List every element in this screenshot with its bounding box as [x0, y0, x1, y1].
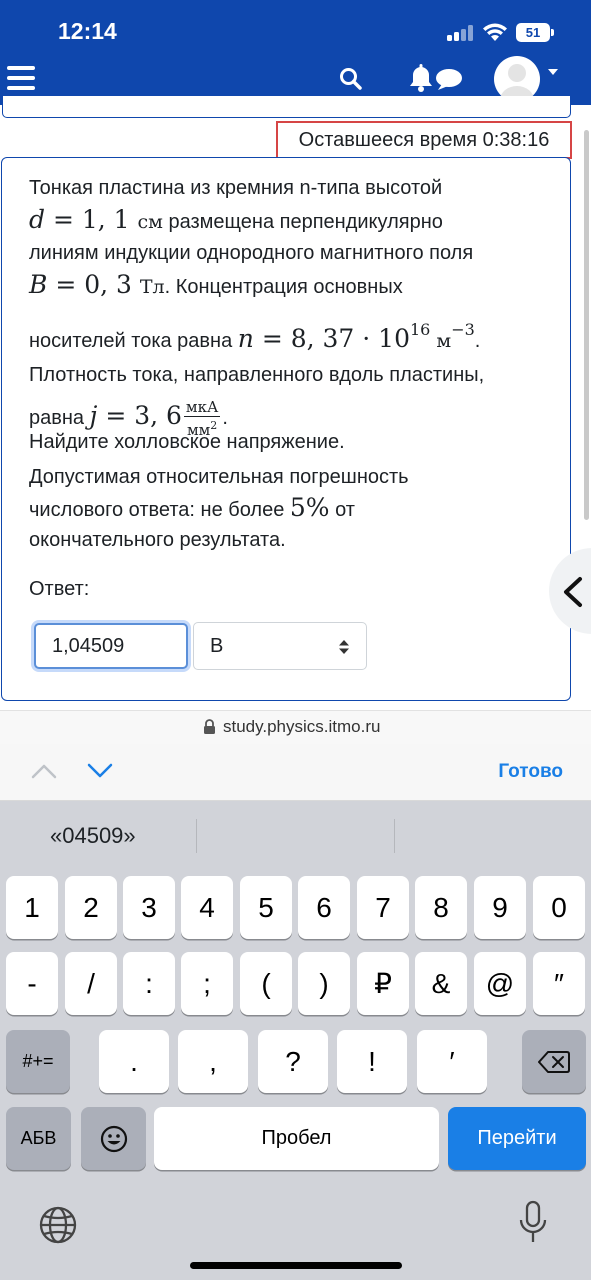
key[interactable]: ( [240, 952, 292, 1015]
math-variable: n [237, 324, 254, 353]
hamburger-icon[interactable] [7, 66, 35, 90]
url-text: study.physics.itmo.ru [223, 717, 381, 736]
key[interactable]: 4 [181, 876, 233, 939]
math-value: = 8, 37 · 10 [253, 324, 410, 353]
key[interactable]: & [415, 952, 467, 1015]
backspace-key[interactable] [522, 1030, 586, 1093]
key[interactable]: , [178, 1030, 248, 1093]
search-icon[interactable] [338, 66, 364, 92]
unit-select[interactable]: В [193, 622, 367, 670]
key[interactable]: 5 [240, 876, 292, 939]
math-exponent: 16 [410, 320, 431, 339]
key[interactable]: . [99, 1030, 169, 1093]
previous-card-edge [2, 96, 571, 118]
tolerance-value: 5% [289, 493, 330, 522]
key[interactable]: 3 [123, 876, 175, 939]
question-punctuation: . [222, 407, 228, 429]
suggestion-divider [196, 819, 197, 853]
unit-select-value: В [210, 635, 224, 657]
wifi-icon [483, 23, 507, 41]
key[interactable]: 1 [6, 876, 58, 939]
space-key[interactable]: Пробел [154, 1107, 439, 1170]
math-variable: B [29, 270, 48, 299]
key[interactable]: ₽ [357, 952, 409, 1015]
done-button[interactable]: Готово [498, 761, 563, 783]
math-value: = 1, 1 [45, 205, 138, 234]
page-scrollbar[interactable] [584, 130, 589, 520]
key[interactable]: / [65, 952, 117, 1015]
cellular-signal-icon [447, 25, 475, 41]
remaining-time: Оставшееся время 0:38:16 [276, 121, 572, 159]
question-line: линиям индукции однородного магнитного п… [29, 242, 474, 264]
home-indicator [190, 1262, 402, 1269]
math-value: = 3, 6 [97, 401, 182, 430]
task-statement: Найдите холловское напряжение. [29, 431, 345, 453]
key[interactable]: 0 [533, 876, 585, 939]
key[interactable]: 6 [298, 876, 350, 939]
globe-icon[interactable] [38, 1205, 78, 1245]
key[interactable]: 2 [65, 876, 117, 939]
chevron-down-icon[interactable] [86, 762, 114, 780]
emoji-key[interactable] [81, 1107, 146, 1170]
tolerance-line: числового ответа: не более [29, 499, 290, 521]
question-line: носителей тока равна [29, 330, 238, 352]
lock-icon [204, 719, 215, 734]
question-line: равна [29, 407, 90, 429]
math-unit: см [137, 211, 163, 233]
key[interactable]: 8 [415, 876, 467, 939]
tolerance-line: Допустимая относительная погрешность [29, 466, 409, 488]
microphone-icon[interactable] [518, 1200, 548, 1246]
emoji-icon [100, 1125, 127, 1152]
math-unit: м [430, 330, 452, 352]
backspace-icon [538, 1050, 570, 1073]
chevron-left-icon[interactable] [560, 576, 586, 608]
suggestion-divider [394, 819, 395, 853]
abc-key[interactable]: АБВ [6, 1107, 71, 1170]
tolerance-line: от [329, 499, 355, 521]
key[interactable]: ′ [417, 1030, 487, 1093]
chevron-up-icon[interactable] [30, 762, 58, 780]
question-punctuation: . [474, 330, 481, 352]
battery-indicator: 51 [516, 23, 550, 42]
autocomplete-suggestion[interactable]: «04509» [50, 823, 136, 849]
key[interactable]: ; [181, 952, 233, 1015]
select-arrows-icon [339, 640, 349, 654]
key[interactable]: @ [474, 952, 526, 1015]
keyboard-accessory-bar: Готово [0, 744, 591, 801]
key[interactable]: ″ [533, 952, 585, 1015]
key[interactable]: ? [258, 1030, 328, 1093]
key[interactable]: 7 [357, 876, 409, 939]
symbols-key[interactable]: #+= [6, 1030, 70, 1093]
chevron-down-icon[interactable] [548, 69, 558, 75]
math-value: = 0, 3 [47, 270, 140, 299]
fraction-numerator: мкА [183, 397, 221, 417]
key[interactable]: - [6, 952, 58, 1015]
go-key[interactable]: Перейти [448, 1107, 586, 1170]
onscreen-keyboard: «04509» 1 2 3 4 5 6 7 8 9 0 - / : ; ( ) … [0, 801, 591, 1280]
answer-input[interactable]: 1,04509 [34, 623, 188, 669]
math-variable: d [29, 205, 46, 234]
math-exponent: −3 [451, 320, 475, 339]
question-line: Тонкая пластина из кремния n-типа высото… [29, 177, 443, 199]
question-line: Плотность тока, направленного вдоль плас… [29, 364, 485, 386]
key[interactable]: 9 [474, 876, 526, 939]
math-unit: Тл [139, 276, 165, 298]
browser-url-bar[interactable]: study.physics.itmo.ru [0, 710, 591, 744]
key[interactable]: ! [337, 1030, 407, 1093]
app-header: 12:14 51 [0, 0, 591, 118]
question-card: Тонкая пластина из кремния n-типа высото… [1, 157, 571, 701]
answer-label: Ответ: [29, 578, 90, 600]
tolerance-line: окончательного результата. [29, 529, 286, 551]
tolerance-note: Допустимая относительная погрешность чис… [29, 463, 549, 555]
battery-tip [551, 29, 554, 36]
key[interactable]: : [123, 952, 175, 1015]
question-text: Тонкая пластина из кремния n-типа высото… [29, 174, 549, 444]
notifications-messages-icon[interactable] [406, 62, 464, 94]
key[interactable]: ) [298, 952, 350, 1015]
status-time: 12:14 [58, 18, 117, 44]
question-line: . Концентрация основных [164, 276, 403, 298]
question-line: размещена перпендикулярно [162, 211, 443, 233]
